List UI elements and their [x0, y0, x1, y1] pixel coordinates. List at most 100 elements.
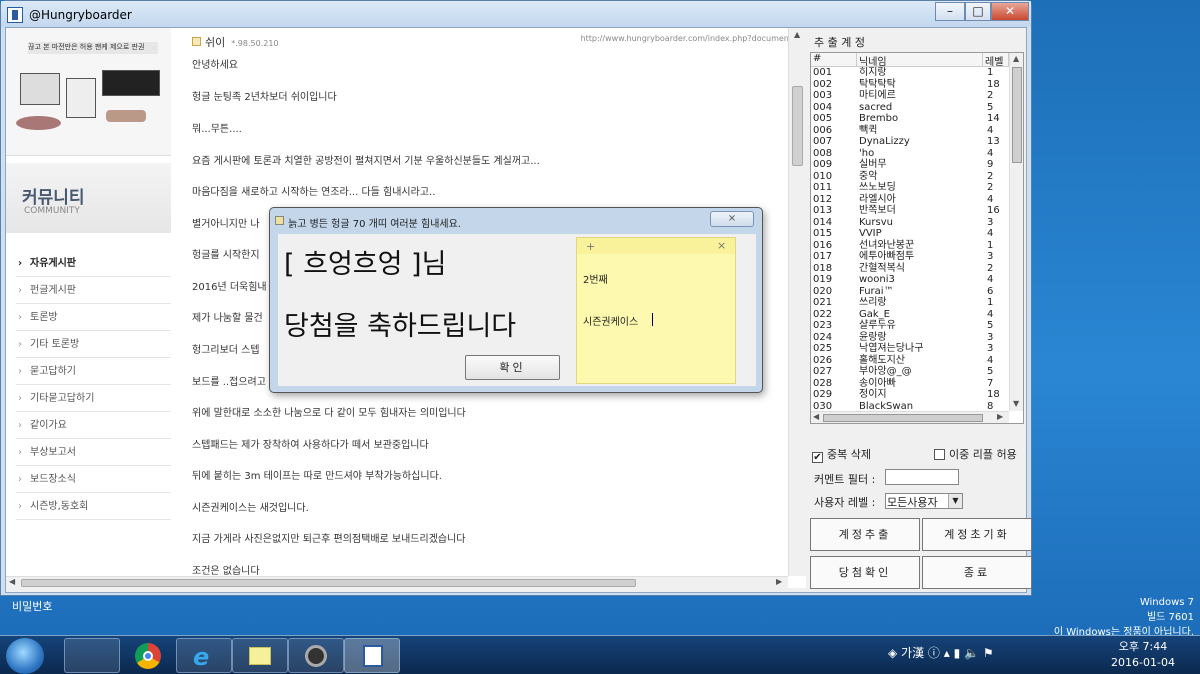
- col-level-header[interactable]: 레벨: [983, 53, 1009, 68]
- account-row[interactable]: 014 Kursvu 3: [811, 217, 1009, 229]
- account-row[interactable]: 013 반쪽보더 16: [811, 205, 1009, 217]
- post-author[interactable]: 쉬이: [205, 36, 225, 49]
- dedupe-checkbox[interactable]: ✔: [812, 452, 823, 463]
- explorer-taskbar-icon[interactable]: [64, 638, 120, 673]
- account-row[interactable]: 006 빽퀵 4: [811, 125, 1009, 137]
- account-row[interactable]: 015 VVIP 4: [811, 228, 1009, 240]
- account-list[interactable]: # 닉네임 레벨 001 히지랑 1 002 탁탁탁탁 18 003 마티에르 2 004 sacr…: [810, 52, 1024, 424]
- confirm-winner-button[interactable]: 당첨확인: [810, 556, 920, 589]
- account-row[interactable]: 023 샬루두유 5: [811, 320, 1009, 332]
- account-row[interactable]: 003 마티에르 2: [811, 90, 1009, 102]
- title-bar[interactable]: @Hungryboarder – □ ✕: [1, 1, 1031, 27]
- scroll-left-icon[interactable]: ◀: [9, 577, 15, 586]
- scroll-up-icon[interactable]: ▲: [794, 30, 800, 39]
- sticky-note-line[interactable]: 시즌권케이스: [583, 313, 638, 328]
- menu-item-debate[interactable]: 토론방: [16, 304, 171, 331]
- scroll-thumb[interactable]: [792, 86, 803, 166]
- account-row[interactable]: 010 중악 2: [811, 171, 1009, 183]
- menu-item-free-board[interactable]: 자유게시판: [16, 250, 171, 277]
- help-icon[interactable]: ⓘ: [928, 646, 940, 660]
- list-vertical-scrollbar[interactable]: ▲ ▼: [1009, 53, 1023, 411]
- account-row[interactable]: 004 sacred 5: [811, 102, 1009, 114]
- account-row[interactable]: 024 윤랑랑 3: [811, 332, 1009, 344]
- account-row[interactable]: 027 부아앙@_@ 5: [811, 366, 1009, 378]
- account-row[interactable]: 005 Brembo 14: [811, 113, 1009, 125]
- extract-accounts-button[interactable]: 계정추출: [810, 518, 920, 551]
- menu-item-other-debate[interactable]: 기타 토론방: [16, 331, 171, 358]
- account-row[interactable]: 008 'ho 4: [811, 148, 1009, 160]
- account-row[interactable]: 012 라엘시아 4: [811, 194, 1009, 206]
- account-row[interactable]: 026 홀해도지산 4: [811, 355, 1009, 367]
- scroll-thumb[interactable]: [1012, 67, 1022, 163]
- account-row[interactable]: 020 Furai™ 6: [811, 286, 1009, 298]
- menu-item-qna[interactable]: 묻고답하기: [16, 358, 171, 385]
- double-reply-checkbox[interactable]: [933, 449, 945, 460]
- account-row[interactable]: 002 탁탁탁탁 18: [811, 79, 1009, 91]
- exit-button[interactable]: 종료: [922, 556, 1032, 589]
- account-row[interactable]: 029 정이지 18: [811, 389, 1009, 401]
- close-button[interactable]: ✕: [991, 2, 1029, 21]
- app-taskbar-icon[interactable]: [344, 638, 400, 673]
- col-number-header[interactable]: #: [811, 53, 857, 67]
- ime-icon[interactable]: ◈: [888, 646, 901, 660]
- ime-mode[interactable]: 가漢: [901, 646, 924, 660]
- user-level-select[interactable]: 모든사용자 ▼: [885, 493, 963, 509]
- account-row[interactable]: 025 낙엽져는당나구 3: [811, 343, 1009, 355]
- network-icon[interactable]: ▮: [954, 646, 961, 660]
- ok-button[interactable]: 확인: [465, 355, 560, 380]
- maximize-button[interactable]: □: [965, 2, 991, 21]
- post-line: 안녕하세요: [192, 60, 238, 71]
- chevron-down-icon[interactable]: ▼: [948, 494, 962, 508]
- menu-item-other-qna[interactable]: 기타묻고답하기: [16, 385, 171, 412]
- account-row[interactable]: 028 송이아빠 7: [811, 378, 1009, 390]
- account-row[interactable]: 021 쓰리랑 1: [811, 297, 1009, 309]
- menu-item-fun-board[interactable]: 펀글게시판: [16, 277, 171, 304]
- media-taskbar-icon[interactable]: [288, 638, 344, 673]
- account-row[interactable]: 030 BlackSwan 8: [811, 401, 1009, 412]
- minimize-button[interactable]: –: [935, 2, 965, 21]
- ad-banner[interactable]: 끊고 본 마전만은 허용 팬케 제으로 판권: [6, 28, 171, 156]
- dialog-close-button[interactable]: ⨯: [710, 211, 754, 227]
- system-tray[interactable]: ◈ 가漢 ⓘ ▴ ▮ 🔈 ⚑: [888, 644, 994, 661]
- account-row[interactable]: 019 wooni3 4: [811, 274, 1009, 286]
- start-button[interactable]: [6, 638, 44, 674]
- scroll-right-icon[interactable]: ▶: [776, 577, 782, 586]
- page-horizontal-scrollbar[interactable]: ◀ ▶: [6, 576, 788, 588]
- menu-item-injury-report[interactable]: 부상보고서: [16, 439, 171, 466]
- scroll-up-icon[interactable]: ▲: [1013, 54, 1019, 63]
- page-vertical-scrollbar[interactable]: ▲: [788, 28, 806, 576]
- sticky-note[interactable]: + × 2번째 시즌권케이스: [576, 237, 736, 384]
- account-row[interactable]: 001 히지랑 1: [811, 67, 1009, 79]
- scroll-thumb[interactable]: [823, 414, 983, 422]
- menu-item-go-together[interactable]: 같이가요: [16, 412, 171, 439]
- account-row[interactable]: 022 Gak_E 4: [811, 309, 1009, 321]
- add-note-icon[interactable]: +: [586, 240, 595, 253]
- account-row[interactable]: 018 간혈적복식 2: [811, 263, 1009, 275]
- sticky-notes-taskbar-icon[interactable]: [232, 638, 288, 673]
- chevron-up-icon[interactable]: ▴: [944, 646, 954, 660]
- reset-accounts-button[interactable]: 계정초기화: [922, 518, 1032, 551]
- menu-item-season-club[interactable]: 시즌방,동호회: [16, 493, 171, 520]
- clock[interactable]: 오후 7:44 2016-01-04: [1110, 639, 1176, 671]
- account-row[interactable]: 011 쓰노보딩 2: [811, 182, 1009, 194]
- scroll-left-icon[interactable]: ◀: [813, 412, 819, 421]
- volume-icon[interactable]: 🔈: [964, 646, 979, 660]
- ie-taskbar-icon[interactable]: e: [176, 638, 232, 673]
- menu-item-resort-news[interactable]: 보드장소식: [16, 466, 171, 493]
- col-nickname-header[interactable]: 닉네임: [857, 53, 983, 68]
- scroll-right-icon[interactable]: ▶: [997, 412, 1003, 421]
- options-row: ✔ 중복 삭제 이중 리플 허용: [812, 446, 1017, 463]
- account-row[interactable]: 007 DynaLizzy 13: [811, 136, 1009, 148]
- flag-icon[interactable]: ⚑: [983, 646, 994, 660]
- scroll-down-icon[interactable]: ▼: [1013, 399, 1019, 408]
- account-row[interactable]: 016 선녀와난봉꾼 1: [811, 240, 1009, 252]
- sticky-note-line[interactable]: 2번째: [583, 271, 608, 286]
- comment-filter-input[interactable]: [885, 469, 959, 485]
- account-row[interactable]: 009 실버무 9: [811, 159, 1009, 171]
- post-url[interactable]: http://www.hungryboarder.com/index.php?d…: [581, 34, 792, 43]
- account-row[interactable]: 017 에투아빠점투 3: [811, 251, 1009, 263]
- close-note-icon[interactable]: ×: [717, 239, 726, 252]
- list-horizontal-scrollbar[interactable]: ◀ ▶: [811, 411, 1009, 423]
- scroll-thumb[interactable]: [21, 579, 636, 587]
- chrome-taskbar-icon[interactable]: [120, 638, 176, 673]
